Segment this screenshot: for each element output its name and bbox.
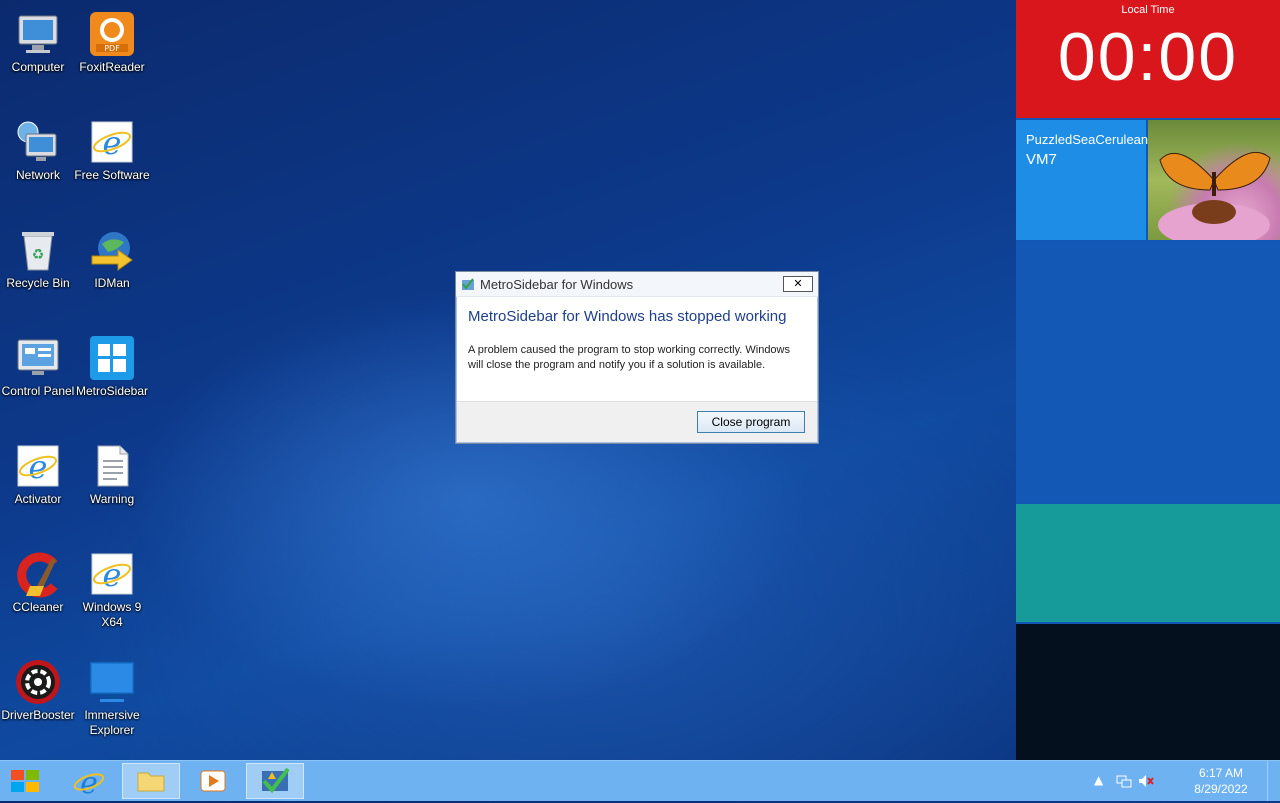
taskbar-media-player[interactable] — [184, 763, 242, 799]
user-name: PuzzledSeaCerulean — [1026, 132, 1149, 147]
show-desktop-button[interactable] — [1267, 761, 1280, 801]
ie-shortcut-icon: e — [88, 550, 136, 598]
icon-label: FoxitReader — [79, 60, 145, 74]
taskbar-date: 8/29/2022 — [1194, 782, 1248, 796]
svg-text:e: e — [103, 556, 122, 594]
svg-text:e: e — [103, 124, 122, 162]
photo-tile[interactable] — [1148, 120, 1280, 240]
desktop-icon-foxitreader[interactable]: PDF FoxitReader — [74, 4, 150, 75]
taskbar-internet-explorer[interactable]: e — [60, 763, 118, 801]
icon-label: Free Software — [74, 168, 150, 182]
icon-label: Recycle Bin — [6, 276, 70, 290]
start-button[interactable] — [0, 763, 52, 799]
desktop-icon-immersive-explorer[interactable]: Immersive Explorer — [74, 652, 150, 738]
desktop-icon-windows9-x64[interactable]: e Windows 9 X64 — [74, 544, 150, 630]
dialog-heading: MetroSidebar for Windows has stopped wor… — [468, 308, 787, 325]
media-player-icon — [200, 770, 226, 792]
network-tray-icon[interactable] — [1116, 773, 1132, 789]
icon-label: Immersive Explorer — [84, 708, 140, 737]
taskbar-file-explorer[interactable] — [122, 763, 180, 799]
folder-icon — [137, 772, 165, 792]
windows-logo-icon — [11, 770, 39, 792]
recycle-bin-icon: ♻ — [14, 226, 62, 274]
icon-label: Activator — [14, 492, 62, 506]
ie-shortcut-icon: e — [88, 118, 136, 166]
icon-label: MetroSidebar — [75, 384, 149, 398]
desktop-icon-ccleaner[interactable]: CCleaner — [0, 544, 76, 615]
clock-label: Local Time — [1121, 4, 1175, 16]
network-icon — [14, 118, 62, 166]
app-check-icon — [262, 767, 290, 794]
empty-tile-teal[interactable] — [1016, 504, 1280, 622]
dialog-footer: Close program — [457, 401, 817, 442]
user-tile[interactable]: PuzzledSeaCerulean VM7 — [1016, 120, 1149, 240]
desktop-icon-warning[interactable]: Warning — [74, 436, 150, 507]
ccleaner-icon — [14, 550, 62, 598]
desktop-icon-computer[interactable]: Computer — [0, 4, 76, 75]
desktop-icon-idman[interactable]: IDMan — [74, 220, 150, 291]
taskbar: e ▲ 6:17 AM 8/29/2022 — [0, 760, 1280, 801]
dialog-title: MetroSidebar for Windows — [480, 277, 634, 292]
desktop-icon-metrosidebar[interactable]: MetroSidebar — [74, 328, 150, 399]
app-check-icon — [461, 276, 475, 290]
icon-label: DriverBooster — [1, 708, 75, 722]
metro-sidebar: Local Time 00:00 PuzzledSeaCerulean VM7 — [1016, 0, 1280, 760]
metrosidebar-windows-logo-icon — [88, 334, 136, 382]
icon-label: Windows 9 X64 — [82, 600, 142, 629]
icon-label: CCleaner — [12, 600, 64, 614]
text-document-icon — [88, 442, 136, 490]
tray-overflow-arrow[interactable]: ▲ — [1094, 773, 1110, 789]
error-dialog: MetroSidebar for Windows ✕ MetroSidebar … — [455, 271, 819, 444]
svg-text:♻: ♻ — [32, 247, 45, 263]
machine-name: VM7 — [1026, 151, 1057, 168]
internet-explorer-icon: e — [73, 766, 105, 801]
volume-muted-icon[interactable] — [1138, 773, 1154, 789]
computer-icon — [14, 10, 62, 58]
taskbar-metrosidebar-app[interactable] — [246, 763, 304, 799]
dialog-message: A problem caused the program to stop wor… — [468, 344, 790, 371]
taskbar-clock[interactable]: 6:17 AM 8/29/2022 — [1188, 765, 1254, 797]
desktop-icon-network[interactable]: Network — [0, 112, 76, 183]
desktop-icon-free-software[interactable]: e Free Software — [74, 112, 150, 183]
system-tray: ▲ 6:17 AM 8/29/2022 — [1094, 761, 1254, 801]
control-panel-icon — [14, 334, 62, 382]
desktop-icon-activator[interactable]: e Activator — [0, 436, 76, 507]
driverbooster-gear-icon — [14, 658, 62, 706]
icon-label: Network — [15, 168, 60, 182]
svg-text:e: e — [29, 448, 48, 486]
taskbar-time: 6:17 AM — [1198, 766, 1244, 780]
icon-label: Computer — [11, 60, 65, 74]
dialog-close-button[interactable]: ✕ — [783, 276, 813, 292]
ie-shortcut-icon: e — [14, 442, 62, 490]
svg-text:PDF: PDF — [104, 44, 120, 53]
immersive-explorer-monitor-icon — [88, 658, 136, 706]
dialog-titlebar[interactable]: MetroSidebar for Windows ✕ — [456, 272, 818, 297]
idman-globe-icon — [88, 226, 136, 274]
icon-label: IDMan — [94, 276, 130, 290]
clock-tile[interactable]: Local Time 00:00 — [1016, 0, 1280, 118]
desktop-icon-recycle-bin[interactable]: ♻ Recycle Bin — [0, 220, 76, 291]
icon-label: Control Panel — [1, 384, 75, 398]
foxit-pdf-icon: PDF — [88, 10, 136, 58]
empty-tile-dark[interactable] — [1016, 624, 1280, 760]
empty-tile-blue[interactable] — [1016, 242, 1280, 502]
desktop-icon-driverbooster[interactable]: DriverBooster — [0, 652, 76, 723]
close-program-button[interactable]: Close program — [697, 411, 805, 433]
icon-label: Warning — [89, 492, 135, 506]
clock-time: 00:00 — [1057, 19, 1239, 95]
butterfly-photo-icon — [1158, 151, 1271, 240]
desktop-icon-control-panel[interactable]: Control Panel — [0, 328, 76, 399]
svg-text:e: e — [80, 766, 98, 799]
